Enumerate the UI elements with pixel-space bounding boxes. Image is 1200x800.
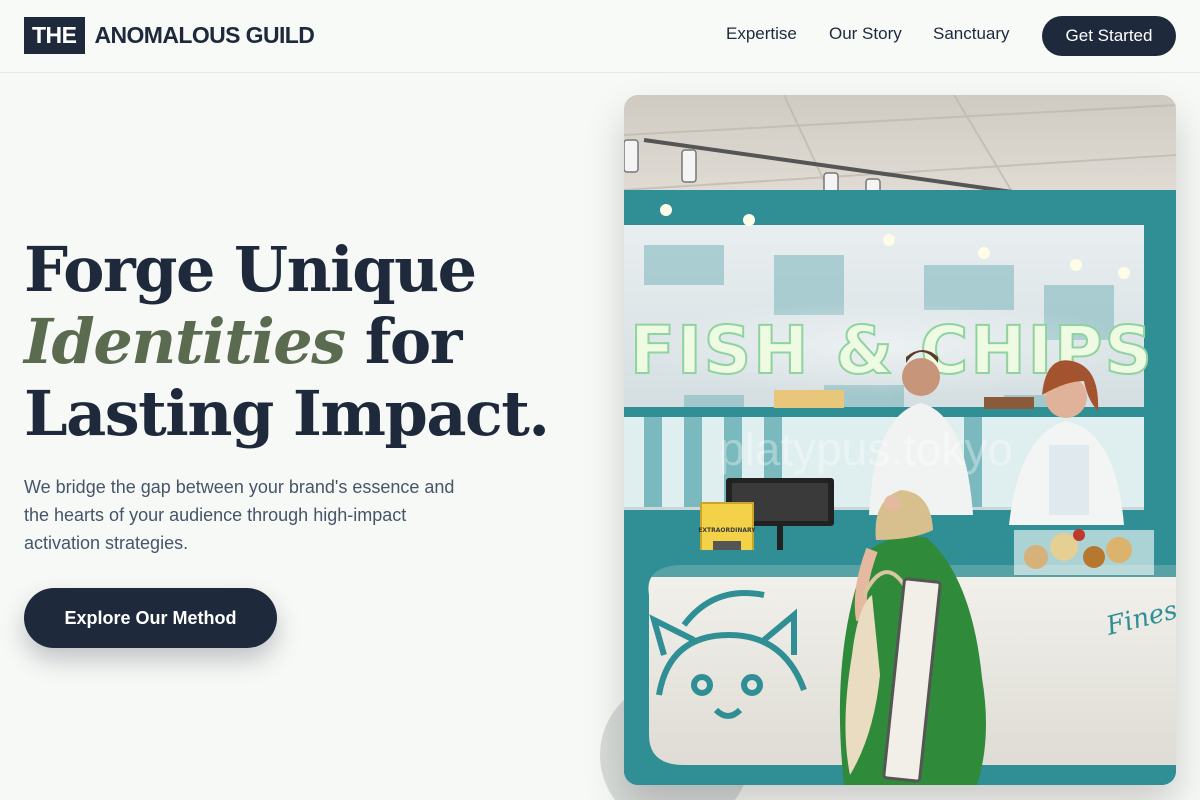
brand-logo[interactable]: THE ANOMALOUS GUILD	[24, 17, 315, 54]
headline-line-3: Lasting Impact.	[24, 377, 550, 450]
get-started-button[interactable]: Get Started	[1042, 16, 1176, 56]
headline-emphasis: Identities	[24, 305, 346, 378]
hero-photo: FISH & CHIPS EXTRAORDINARY Finest platyp…	[624, 95, 1176, 785]
nav-link-our-story[interactable]: Our Story	[829, 24, 902, 44]
watermark-text: platypus.tokyo	[719, 423, 1013, 475]
nav-link-expertise[interactable]: Expertise	[726, 24, 797, 44]
headline-line-2-rest: for	[344, 305, 463, 378]
hero-headline: Forge Unique Identities for Lasting Impa…	[24, 233, 550, 450]
headline-line-1: Forge Unique	[24, 233, 477, 306]
hero-subtitle: We bridge the gap between your brand's e…	[24, 477, 455, 553]
site-header: THE ANOMALOUS GUILD Expertise Our Story …	[0, 0, 1200, 73]
nav-link-sanctuary[interactable]: Sanctuary	[933, 24, 1010, 44]
fish-and-chips-shop-illustration: FISH & CHIPS EXTRAORDINARY Finest platyp…	[624, 95, 1176, 785]
brand-logo-name: ANOMALOUS GUILD	[94, 22, 315, 48]
placard-text: EXTRAORDINARY	[698, 527, 756, 534]
brand-logo-prefix: THE	[24, 17, 85, 54]
explore-method-button[interactable]: Explore Our Method	[24, 588, 277, 648]
